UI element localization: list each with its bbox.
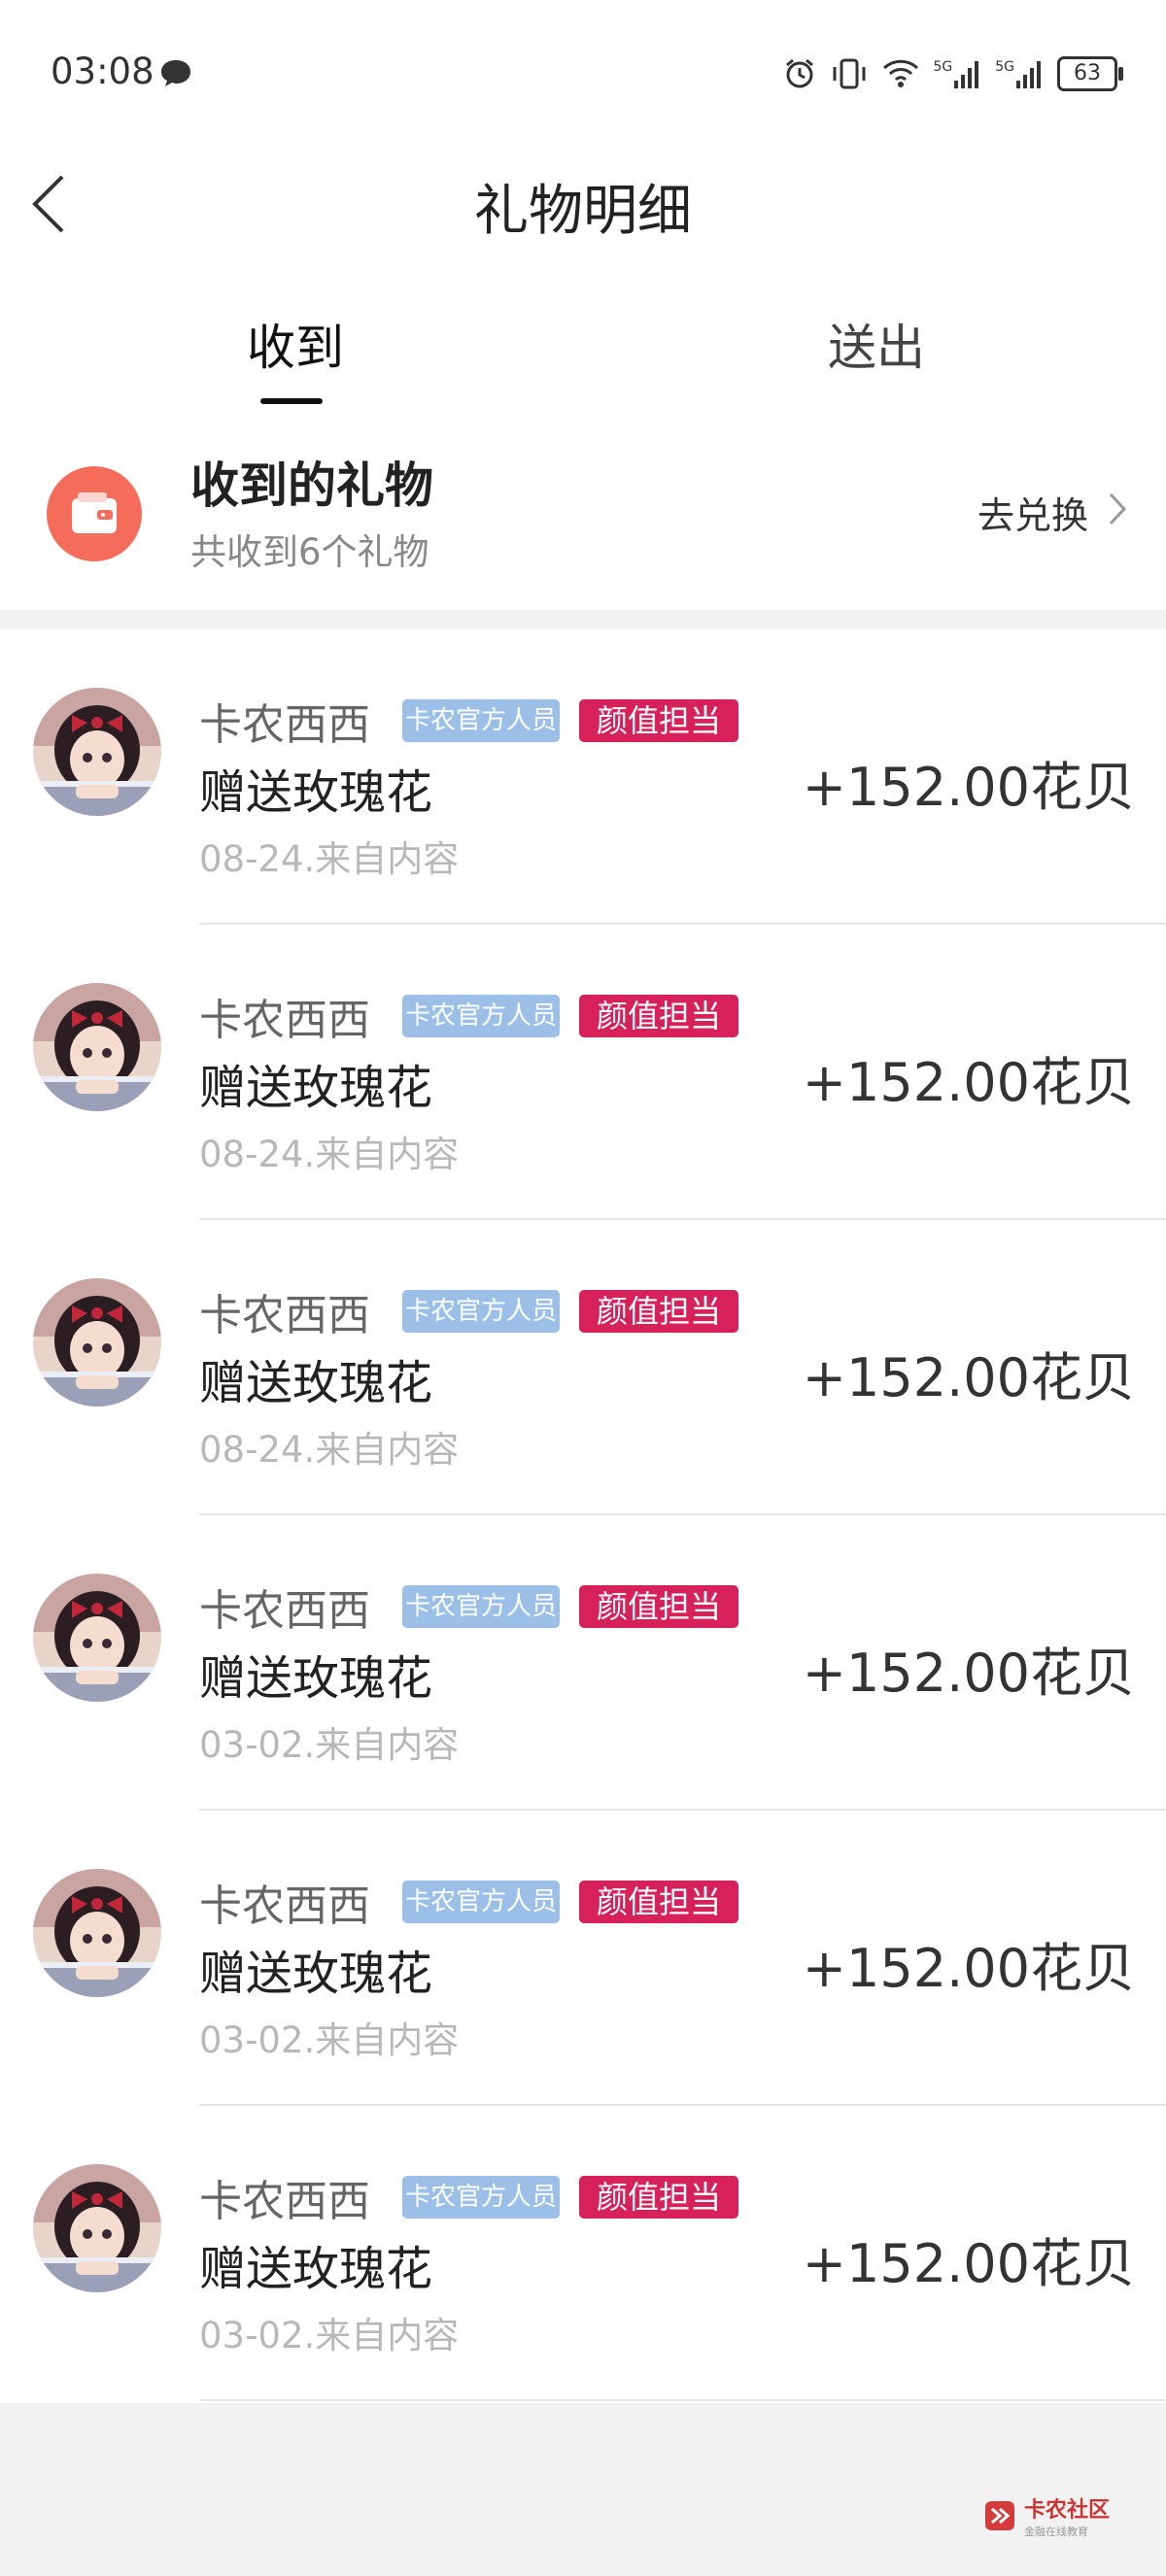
summary-title: 收到的礼物	[190, 458, 433, 514]
watermark-sub: 金融在线教育	[1023, 2525, 1088, 2538]
sender-name[interactable]: 卡农西西	[199, 1871, 370, 1933]
list-item[interactable]: 卡农西西 卡农官方人员 颜值担当 赠送玫瑰花 08-24.来自内容 +152.0…	[0, 629, 1166, 925]
gift-description: 赠送玫瑰花	[199, 1061, 433, 1115]
gift-amount: +152.00花贝	[802, 1347, 1135, 1408]
gift-description: 赠送玫瑰花	[199, 1947, 433, 2001]
battery-icon: 63	[1057, 56, 1123, 91]
watermark-text-block: 卡农社区 金融在线教育	[1024, 2492, 1110, 2539]
looks-badge: 颜值担当	[579, 699, 738, 742]
list-item[interactable]: 卡农西西 卡农官方人员 颜值担当 赠送玫瑰花 03-02.来自内容 +152.0…	[0, 1811, 1166, 2106]
watermark-logo-icon	[984, 2501, 1014, 2530]
gift-meta: 03-02.来自内容	[199, 1724, 460, 1766]
wifi-icon	[883, 59, 919, 87]
wallet-icon	[47, 466, 142, 561]
gift-amount: +152.00花贝	[802, 1052, 1135, 1113]
official-badge: 卡农官方人员	[402, 1585, 560, 1628]
avatar[interactable]	[33, 1574, 161, 1702]
chevron-right-icon[interactable]	[1108, 491, 1127, 526]
avatar[interactable]	[33, 688, 161, 816]
looks-badge: 颜值担当	[579, 1290, 738, 1333]
gift-amount: +152.00花贝	[802, 1643, 1135, 1704]
battery-level: 63	[1074, 61, 1101, 85]
sender-name[interactable]: 卡农西西	[199, 985, 370, 1047]
looks-badge: 颜值担当	[579, 1881, 738, 1923]
active-tab-indicator	[260, 398, 323, 404]
gift-meta: 08-24.来自内容	[199, 1429, 460, 1471]
gift-meta: 03-02.来自内容	[199, 2315, 460, 2356]
summary-count: 共收到6个礼物	[190, 531, 429, 573]
gift-description: 赠送玫瑰花	[199, 2242, 433, 2296]
signal-bars-icon	[1016, 61, 1041, 88]
gift-description: 赠送玫瑰花	[199, 1651, 433, 1706]
sender-name[interactable]: 卡农西西	[199, 1280, 370, 1342]
page-title: 礼物明细	[474, 180, 692, 243]
status-time: 03:08	[51, 51, 154, 92]
signal-1: 5G	[933, 59, 981, 88]
avatar[interactable]	[33, 983, 161, 1111]
official-badge: 卡农官方人员	[402, 995, 560, 1037]
gift-amount: +152.00花贝	[802, 757, 1135, 818]
official-badge: 卡农官方人员	[402, 1881, 560, 1923]
gift-description: 赠送玫瑰花	[199, 1356, 433, 1410]
gift-list: 卡农西西 卡农官方人员 颜值担当 赠送玫瑰花 08-24.来自内容 +152.0…	[0, 629, 1166, 2403]
gift-description: 赠送玫瑰花	[199, 765, 433, 820]
watermark: 卡农社区 金融在线教育	[983, 2492, 1110, 2539]
received-summary: 收到的礼物 共收到6个礼物 去兑换	[0, 408, 1166, 610]
vibrate-icon	[833, 58, 866, 89]
avatar[interactable]	[33, 1869, 161, 1997]
gift-amount: +152.00花贝	[802, 1938, 1135, 1999]
official-badge: 卡农官方人员	[402, 2176, 560, 2219]
watermark-text: 卡农社区	[1023, 2498, 1110, 2523]
status-icons: 5G 5G 63	[783, 54, 1123, 93]
gift-amount: +152.00花贝	[802, 2233, 1135, 2294]
message-icon	[161, 60, 190, 86]
official-badge: 卡农官方人员	[402, 699, 560, 742]
sender-name[interactable]: 卡农西西	[199, 2166, 370, 2228]
status-bar: 03:08 5G 5G 63	[0, 0, 1166, 146]
sender-name[interactable]: 卡农西西	[199, 690, 370, 752]
gift-meta: 08-24.来自内容	[199, 838, 460, 880]
gift-meta: 08-24.来自内容	[199, 1134, 460, 1175]
signal-bars-icon	[954, 61, 979, 88]
tab-sent[interactable]: 送出	[828, 309, 925, 379]
avatar[interactable]	[33, 2164, 161, 2292]
looks-badge: 颜值担当	[579, 1585, 738, 1628]
top-panel: 03:08 5G 5G 63 礼物明细 收到 送出	[0, 0, 1166, 408]
tab-received[interactable]: 收到	[247, 309, 344, 379]
alarm-icon	[786, 58, 814, 88]
looks-badge: 颜值担当	[579, 995, 738, 1037]
looks-badge: 颜值担当	[579, 2176, 738, 2219]
list-item[interactable]: 卡农西西 卡农官方人员 颜值担当 赠送玫瑰花 03-02.来自内容 +152.0…	[0, 2106, 1166, 2401]
list-item[interactable]: 卡农西西 卡农官方人员 颜值担当 赠送玫瑰花 03-02.来自内容 +152.0…	[0, 1515, 1166, 1811]
list-item[interactable]: 卡农西西 卡农官方人员 颜值担当 赠送玫瑰花 08-24.来自内容 +152.0…	[0, 925, 1166, 1220]
divider	[199, 2399, 1166, 2401]
avatar[interactable]	[33, 1278, 161, 1407]
signal-2: 5G	[995, 59, 1044, 88]
gift-meta: 03-02.来自内容	[199, 2019, 460, 2061]
list-item[interactable]: 卡农西西 卡农官方人员 颜值担当 赠送玫瑰花 08-24.来自内容 +152.0…	[0, 1220, 1166, 1515]
sender-name[interactable]: 卡农西西	[199, 1576, 370, 1638]
exchange-link[interactable]: 去兑换	[977, 486, 1088, 539]
official-badge: 卡农官方人员	[402, 1290, 560, 1333]
